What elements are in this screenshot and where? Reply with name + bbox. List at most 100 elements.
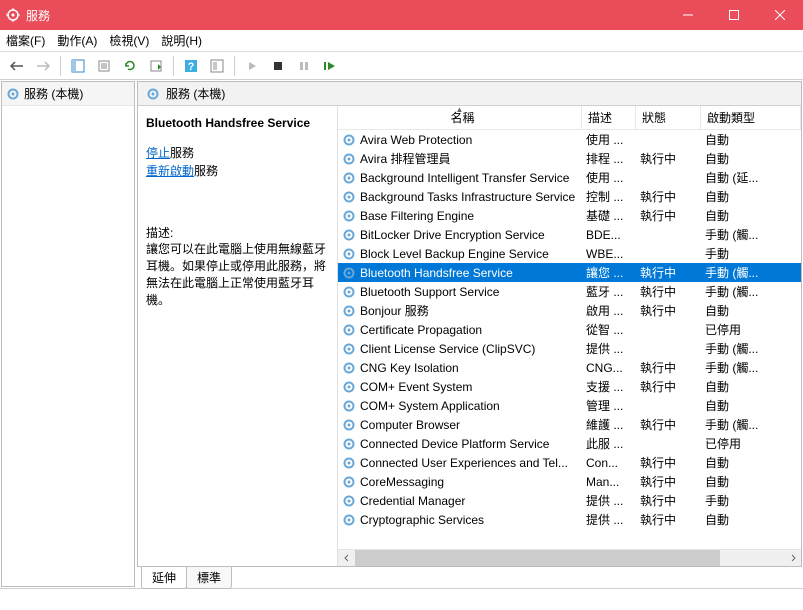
service-startup: 自動 xyxy=(701,511,801,528)
service-status: 執行中 xyxy=(636,511,701,528)
properties-button[interactable] xyxy=(145,55,167,77)
service-desc: 排程 ... xyxy=(582,150,636,167)
service-row[interactable]: Bonjour 服務啟用 ...執行中自動 xyxy=(338,301,801,320)
navigation-tree[interactable]: 服務 (本機) xyxy=(1,81,135,587)
service-name: Computer Browser xyxy=(360,418,460,432)
refresh-button[interactable] xyxy=(119,55,141,77)
tab-standard[interactable]: 標準 xyxy=(186,567,232,589)
minimize-button[interactable] xyxy=(665,0,711,30)
menu-file[interactable]: 檔案(F) xyxy=(6,32,45,49)
scroll-track[interactable] xyxy=(355,550,784,567)
gear-icon xyxy=(342,475,356,489)
preview-button[interactable] xyxy=(206,55,228,77)
show-hide-tree-button[interactable] xyxy=(67,55,89,77)
service-row[interactable]: COM+ System Application管理 ...自動 xyxy=(338,396,801,415)
service-row[interactable]: Avira Web Protection使用 ...自動 xyxy=(338,130,801,149)
column-status[interactable]: 狀態 xyxy=(636,106,701,129)
service-status: 執行中 xyxy=(636,359,701,376)
service-name: Avira 排程管理員 xyxy=(360,150,450,167)
service-status: 執行中 xyxy=(636,492,701,509)
gear-icon xyxy=(342,418,356,432)
service-row[interactable]: Avira 排程管理員排程 ...執行中自動 xyxy=(338,149,801,168)
gear-icon xyxy=(342,399,356,413)
service-startup: 手動 (觸... xyxy=(701,226,801,243)
pause-service-button[interactable] xyxy=(293,55,315,77)
panel-header-label: 服務 (本機) xyxy=(166,85,225,102)
service-status: 執行中 xyxy=(636,454,701,471)
scroll-right-button[interactable] xyxy=(784,550,801,567)
tree-root-label: 服務 (本機) xyxy=(24,85,83,102)
stop-link[interactable]: 停止 xyxy=(146,146,170,160)
service-row[interactable]: Connected Device Platform Service此服 ...已… xyxy=(338,434,801,453)
service-desc: 使用 ... xyxy=(582,169,636,186)
service-row[interactable]: Background Tasks Infrastructure Service控… xyxy=(338,187,801,206)
service-startup: 自動 xyxy=(701,150,801,167)
view-tabs: 延伸 標準 xyxy=(137,567,802,587)
horizontal-scrollbar[interactable] xyxy=(338,549,801,566)
service-row[interactable]: Credential Manager提供 ...執行中手動 xyxy=(338,491,801,510)
gear-icon xyxy=(146,87,160,101)
gear-icon xyxy=(342,190,356,204)
service-row[interactable]: BitLocker Drive Encryption ServiceBDE...… xyxy=(338,225,801,244)
service-row[interactable]: Cryptographic Services提供 ...執行中自動 xyxy=(338,510,801,529)
restart-service-button[interactable] xyxy=(319,55,341,77)
gear-icon xyxy=(342,323,356,337)
restart-link[interactable]: 重新啟動 xyxy=(146,164,194,178)
service-desc: 讓您 ... xyxy=(582,264,636,281)
menubar: 檔案(F) 動作(A) 檢視(V) 說明(H) xyxy=(0,30,803,52)
service-list[interactable]: Avira Web Protection使用 ...自動Avira 排程管理員 排… xyxy=(338,130,801,549)
stop-service-button[interactable] xyxy=(267,55,289,77)
gear-icon xyxy=(342,494,356,508)
service-row[interactable]: Block Level Backup Engine ServiceWBE...手… xyxy=(338,244,801,263)
service-row[interactable]: CNG Key IsolationCNG...執行中手動 (觸... xyxy=(338,358,801,377)
service-row[interactable]: Computer Browser維護 ...執行中手動 (觸... xyxy=(338,415,801,434)
menu-help[interactable]: 說明(H) xyxy=(161,32,202,49)
scroll-thumb[interactable] xyxy=(355,550,720,567)
service-name: Bluetooth Handsfree Service xyxy=(360,266,513,280)
service-startup: 已停用 xyxy=(701,435,801,452)
service-row[interactable]: Bluetooth Support Service藍牙 ...執行中手動 (觸.… xyxy=(338,282,801,301)
menu-view[interactable]: 檢視(V) xyxy=(109,32,149,49)
service-row[interactable]: CoreMessagingMan...執行中自動 xyxy=(338,472,801,491)
service-desc: 提供 ... xyxy=(582,511,636,528)
forward-button[interactable] xyxy=(32,55,54,77)
gear-icon xyxy=(6,87,20,101)
scroll-left-button[interactable] xyxy=(338,550,355,567)
gear-icon xyxy=(342,209,356,223)
service-name: COM+ System Application xyxy=(360,399,500,413)
service-row[interactable]: Background Intelligent Transfer Service使… xyxy=(338,168,801,187)
service-desc: 從智 ... xyxy=(582,321,636,338)
service-row[interactable]: Client License Service (ClipSVC)提供 ...手動… xyxy=(338,339,801,358)
close-button[interactable] xyxy=(757,0,803,30)
menu-action[interactable]: 動作(A) xyxy=(57,32,97,49)
gear-icon xyxy=(342,513,356,527)
maximize-button[interactable] xyxy=(711,0,757,30)
service-row[interactable]: Connected User Experiences and Tel...Con… xyxy=(338,453,801,472)
service-desc: 管理 ... xyxy=(582,397,636,414)
service-startup: 自動 xyxy=(701,473,801,490)
service-startup: 手動 (觸... xyxy=(701,340,801,357)
service-startup: 已停用 xyxy=(701,321,801,338)
service-desc: 維護 ... xyxy=(582,416,636,433)
service-row[interactable]: Bluetooth Handsfree Service讓您 ...執行中手動 (… xyxy=(338,263,801,282)
column-description[interactable]: 描述 xyxy=(582,106,636,129)
service-row[interactable]: Certificate Propagation 從智 ... 已停用 xyxy=(338,320,801,339)
service-name: Certificate Propagation xyxy=(360,323,482,337)
service-desc: 提供 ... xyxy=(582,492,636,509)
help-button[interactable]: ? xyxy=(180,55,202,77)
column-startup[interactable]: 啟動類型 xyxy=(701,106,801,129)
back-button[interactable] xyxy=(6,55,28,77)
service-row[interactable]: Base Filtering Engine基礎 ...執行中自動 xyxy=(338,206,801,225)
service-name: CoreMessaging xyxy=(360,475,444,489)
column-name[interactable]: ▲名稱 xyxy=(338,106,582,129)
tab-extended[interactable]: 延伸 xyxy=(141,567,187,589)
service-row[interactable]: COM+ Event System支援 ...執行中自動 xyxy=(338,377,801,396)
service-desc: WBE... xyxy=(582,247,636,261)
titlebar[interactable]: 服務 xyxy=(0,0,803,30)
export-button[interactable] xyxy=(93,55,115,77)
service-desc: 此服 ... xyxy=(582,435,636,452)
start-service-button[interactable] xyxy=(241,55,263,77)
service-desc: 使用 ... xyxy=(582,131,636,148)
service-desc: 基礎 ... xyxy=(582,207,636,224)
tree-root-item[interactable]: 服務 (本機) xyxy=(2,82,134,106)
